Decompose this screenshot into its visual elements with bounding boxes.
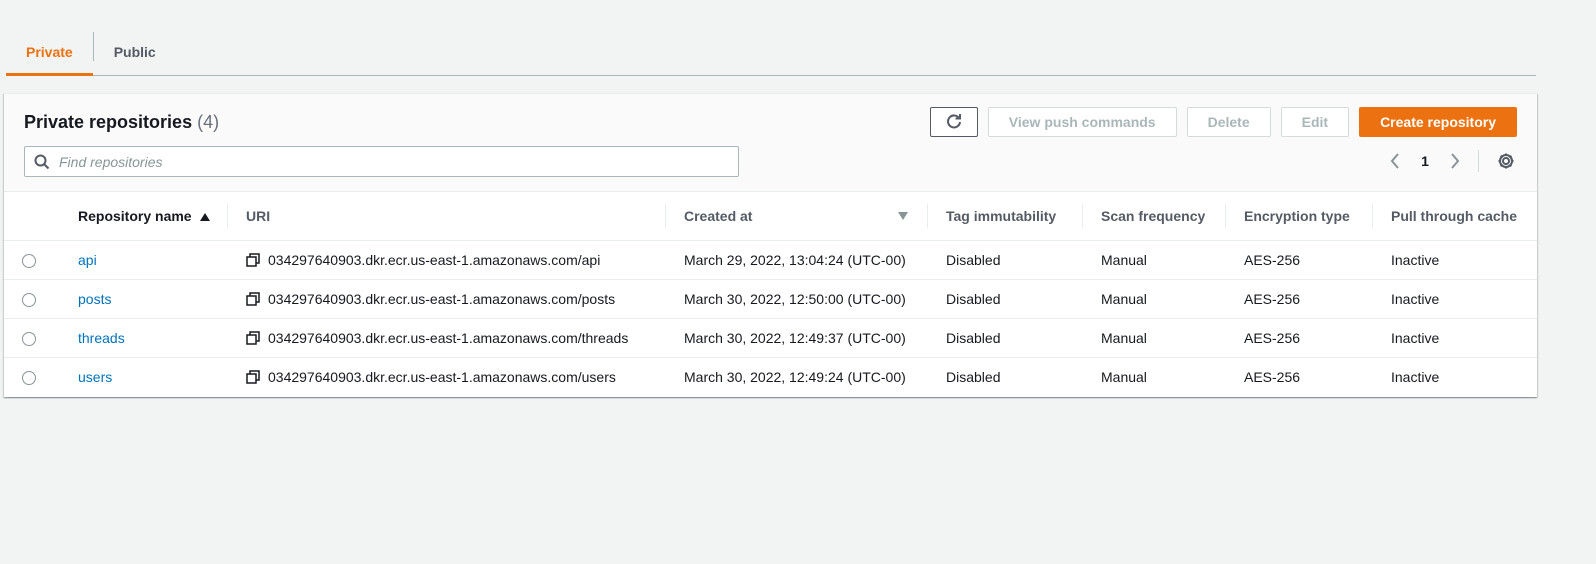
action-buttons: View push commands Delete Edit Create re…	[929, 107, 1517, 137]
table-row[interactable]: posts 034297640903.dkr.ecr.us-east-1.ama…	[4, 279, 1537, 319]
column-header-created-at[interactable]: Created at	[666, 192, 928, 241]
copy-icon[interactable]	[246, 330, 260, 345]
pull-through-cache: Inactive	[1373, 279, 1537, 319]
search-icon	[25, 154, 59, 170]
copy-icon[interactable]	[246, 252, 260, 267]
row-select-radio[interactable]	[22, 292, 36, 307]
pull-through-cache: Inactive	[1373, 318, 1537, 358]
scan-frequency: Manual	[1083, 240, 1226, 280]
refresh-button[interactable]	[929, 107, 978, 137]
edit-button[interactable]: Edit	[1280, 107, 1350, 137]
table-row[interactable]: threads 034297640903.dkr.ecr.us-east-1.a…	[4, 318, 1537, 358]
column-header-uri[interactable]: URI	[228, 192, 666, 241]
search-input[interactable]	[59, 153, 738, 170]
select-column-header	[4, 192, 60, 241]
pull-through-cache: Inactive	[1373, 240, 1537, 280]
created-at: March 29, 2022, 13:04:24 (UTC-00)	[666, 240, 928, 280]
column-label: Scan frequency	[1101, 207, 1206, 224]
repository-name-link[interactable]: api	[78, 252, 97, 268]
column-label: Tag immutability	[946, 207, 1057, 224]
repository-uri: 034297640903.dkr.ecr.us-east-1.amazonaws…	[268, 290, 616, 307]
repositories-panel: Private repositories (4) View push comma…	[4, 93, 1537, 397]
sort-ascending-icon	[199, 213, 210, 222]
chevron-left-icon[interactable]	[1380, 153, 1410, 169]
row-select-radio[interactable]	[22, 331, 36, 346]
pull-through-cache: Inactive	[1391, 368, 1440, 385]
repository-name-link[interactable]: users	[78, 369, 112, 385]
encryption-type: AES-256	[1244, 368, 1301, 385]
panel-title-text: Private repositories	[24, 112, 193, 132]
created-at: March 30, 2022, 12:50:00 (UTC-00)	[666, 279, 928, 319]
tag-immutability: Disabled	[946, 368, 1001, 385]
column-label: Created at	[684, 207, 753, 224]
copy-icon[interactable]	[246, 370, 260, 384]
repository-name-link[interactable]: threads	[78, 330, 125, 346]
column-header-encryption-type[interactable]: Encryption type	[1226, 192, 1373, 241]
delete-button[interactable]: Delete	[1186, 107, 1271, 137]
sort-descending-icon	[898, 212, 908, 220]
repository-uri: 034297640903.dkr.ecr.us-east-1.amazonaws…	[268, 368, 616, 385]
scan-frequency: Manual	[1083, 318, 1226, 358]
column-header-repository-name[interactable]: Repository name	[60, 192, 228, 241]
column-header-pull-through-cache[interactable]: Pull through cache	[1373, 192, 1537, 241]
gear-icon[interactable]	[1491, 152, 1521, 170]
table-row[interactable]: api 034297640903.dkr.ecr.us-east-1.amazo…	[4, 240, 1537, 280]
create-repository-button[interactable]: Create repository	[1359, 107, 1517, 137]
chevron-right-icon[interactable]	[1440, 153, 1470, 169]
created-at: March 30, 2022, 12:49:37 (UTC-00)	[666, 318, 928, 358]
pager-divider	[1478, 150, 1479, 172]
repository-uri: 034297640903.dkr.ecr.us-east-1.amazonaws…	[268, 329, 629, 346]
tag-immutability: Disabled	[928, 318, 1083, 358]
scan-frequency: Manual	[1101, 368, 1147, 385]
copy-icon[interactable]	[246, 291, 260, 306]
repositories-table: Repository name URI Created at Tag immut…	[4, 192, 1537, 396]
encryption-type: AES-256	[1226, 318, 1373, 358]
column-label: Repository name	[78, 207, 192, 224]
pagination: 1	[1380, 150, 1521, 172]
repository-uri: 034297640903.dkr.ecr.us-east-1.amazonaws…	[268, 251, 601, 268]
page-number[interactable]: 1	[1410, 153, 1440, 169]
tab-private[interactable]: Private	[6, 28, 93, 76]
repository-count: (4)	[197, 112, 220, 132]
repository-type-tabs: Private Public	[6, 28, 1536, 76]
panel-title: Private repositories (4)	[24, 112, 219, 133]
tag-immutability: Disabled	[928, 279, 1083, 319]
encryption-type: AES-256	[1226, 279, 1373, 319]
column-header-tag-immutability[interactable]: Tag immutability	[928, 192, 1083, 241]
search-box	[24, 146, 739, 177]
encryption-type: AES-256	[1226, 240, 1373, 280]
tag-immutability: Disabled	[928, 240, 1083, 280]
table-header-row: Repository name URI Created at Tag immut…	[4, 192, 1537, 241]
repository-name-link[interactable]: posts	[78, 291, 111, 307]
column-label: Encryption type	[1244, 207, 1350, 224]
tab-public[interactable]: Public	[94, 28, 176, 75]
column-label: URI	[246, 207, 271, 224]
row-select-radio[interactable]	[22, 253, 36, 268]
view-push-commands-button[interactable]: View push commands	[987, 107, 1177, 137]
scan-frequency: Manual	[1083, 279, 1226, 319]
table-row[interactable]: users 034297640903.dkr.ecr.us-east-1.ama…	[4, 357, 1537, 396]
row-select-radio[interactable]	[22, 370, 36, 385]
refresh-icon	[946, 114, 961, 129]
created-at: March 30, 2022, 12:49:24 (UTC-00)	[684, 368, 906, 385]
column-header-scan-frequency[interactable]: Scan frequency	[1083, 192, 1226, 241]
column-label: Pull through cache	[1391, 207, 1518, 224]
panel-header: Private repositories (4) View push comma…	[4, 94, 1537, 192]
